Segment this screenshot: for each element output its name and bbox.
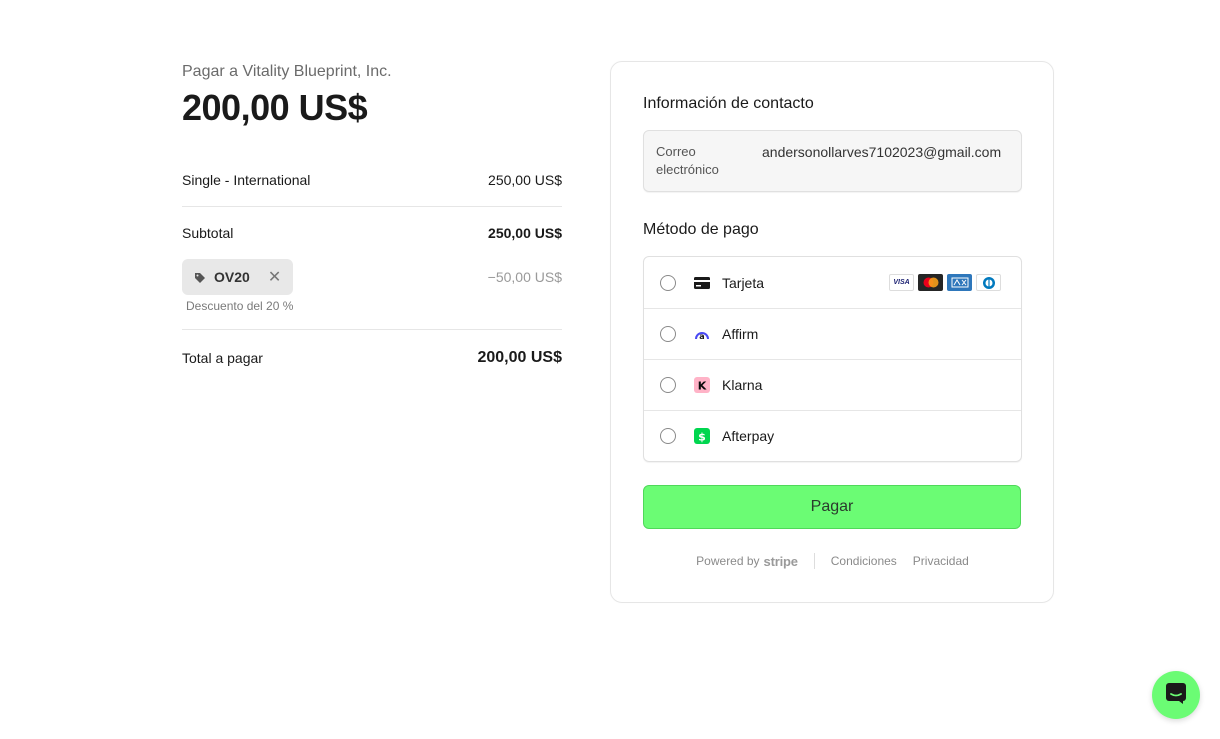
contact-title: Información de contacto xyxy=(643,95,814,112)
merchant-name: Pagar a Vitality Blueprint, Inc. xyxy=(182,63,392,80)
email-field[interactable]: Correo electrónico andersonollarves71020… xyxy=(643,130,1022,192)
payment-method-label: Tarjeta xyxy=(722,274,765,291)
divider xyxy=(182,206,562,207)
divider xyxy=(182,329,562,330)
line-item-price: 250,00 US$ xyxy=(488,172,562,188)
total-row: Total a pagar 200,00 US$ xyxy=(182,348,562,368)
subtotal-value: 250,00 US$ xyxy=(488,225,562,241)
subtotal-label: Subtotal xyxy=(182,225,234,241)
payment-method-affirm[interactable]: a Affirm xyxy=(644,308,1021,359)
remove-promo-close-icon[interactable]: ✕ xyxy=(268,267,281,287)
promo-code-chip: OV20 ✕ xyxy=(182,259,294,295)
affirm-icon: a xyxy=(694,326,710,342)
powered-by-text: Powered by xyxy=(696,554,760,568)
discount-value: −50,00 US$ xyxy=(487,269,562,285)
promo-row: OV20 ✕ Descuento del 20 % −50,00 US$ xyxy=(182,259,562,313)
payment-method-title: Método de pago xyxy=(643,221,759,238)
radio-button[interactable] xyxy=(660,274,676,291)
email-label: Correo electrónico xyxy=(656,144,719,177)
total-value: 200,00 US$ xyxy=(477,349,562,366)
svg-text:$: $ xyxy=(698,431,706,444)
radio-button[interactable] xyxy=(660,377,676,393)
chat-launcher-button[interactable] xyxy=(1152,671,1200,719)
svg-text:a: a xyxy=(699,332,704,341)
payment-method-klarna[interactable]: K Klarna xyxy=(644,359,1021,410)
afterpay-icon: $ xyxy=(694,428,710,444)
line-item-name: Single - International xyxy=(182,172,311,188)
discount-description: Descuento del 20 % xyxy=(186,299,294,313)
visa-icon: VISA xyxy=(889,274,914,291)
chat-icon xyxy=(1165,682,1187,709)
amex-icon xyxy=(947,274,972,291)
line-item: Single - International 250,00 US$ xyxy=(182,170,562,190)
payment-method-card[interactable]: Tarjeta VISA xyxy=(644,257,1021,308)
order-summary: Pagar a Vitality Blueprint, Inc. 200,00 … xyxy=(182,62,562,368)
payment-method-afterpay[interactable]: $ Afterpay xyxy=(644,410,1021,461)
tag-icon xyxy=(194,271,206,283)
total-amount: 200,00 US$ xyxy=(182,87,368,128)
terms-link[interactable]: Condiciones xyxy=(831,554,897,568)
total-label: Total a pagar xyxy=(182,350,263,366)
pay-button[interactable]: Pagar xyxy=(643,485,1021,529)
divider xyxy=(813,553,815,569)
payment-card: Información de contacto Correo electróni… xyxy=(610,61,1054,603)
payment-method-label: Klarna xyxy=(722,377,763,393)
subtotal-row: Subtotal 250,00 US$ xyxy=(182,223,562,243)
radio-button[interactable] xyxy=(660,428,676,444)
card-icon xyxy=(694,275,710,291)
payment-method-label: Affirm xyxy=(722,326,759,342)
klarna-icon: K xyxy=(694,377,710,393)
privacy-link[interactable]: Privacidad xyxy=(913,554,969,568)
footer: Powered by stripe Condiciones Privacidad xyxy=(643,553,1022,569)
card-brands: VISA xyxy=(889,274,1001,291)
promo-code: OV20 xyxy=(214,269,250,285)
svg-text:K: K xyxy=(698,380,707,393)
stripe-logo[interactable]: stripe xyxy=(764,554,798,569)
radio-button[interactable] xyxy=(660,326,676,342)
diners-icon xyxy=(976,274,1001,291)
payment-method-label: Afterpay xyxy=(722,428,775,444)
email-value: andersonollarves7102023@gmail.com xyxy=(762,144,1002,160)
payment-method-list: Tarjeta VISA a Affirm K Klarna $ Afterpa… xyxy=(643,256,1022,462)
mastercard-icon xyxy=(918,274,943,291)
